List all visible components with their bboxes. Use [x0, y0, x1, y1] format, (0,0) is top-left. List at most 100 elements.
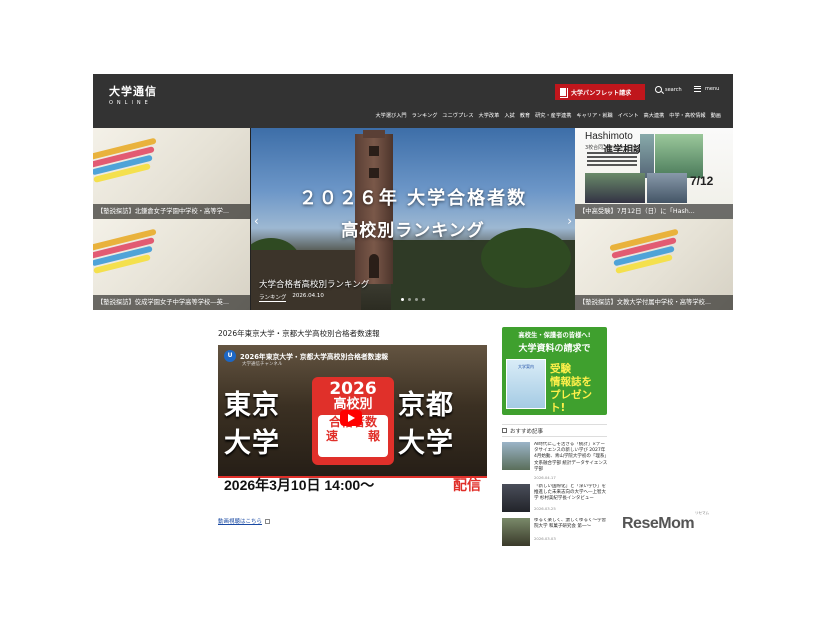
poster-photo [585, 173, 645, 203]
carousel-tile[interactable]: 【塾説探訪】文教大学付属中学校・高等学校... [575, 219, 733, 310]
slide-title-line2: 高校別ランキング [341, 221, 485, 241]
carousel-tile[interactable]: 【塾説探訪】北鎌倉女子学園中学校・高等学... [93, 128, 250, 219]
promo-book-image: 大学案内 [506, 359, 546, 409]
hero-carousel: 【塾説探訪】北鎌倉女子学園中学校・高等学... 【塾説探訪】佼成学園女子中学高等… [93, 128, 733, 310]
slide-tag[interactable]: ランキング [259, 293, 287, 302]
promo-highlight-line: 受験 [550, 363, 571, 375]
promo-banner[interactable]: 高校生・保護者の皆様へ! 大学資料の請求で 大学案内 受験 情報誌を プレゼント… [502, 327, 607, 415]
resemom-logo-ruby: リセマム [695, 511, 709, 515]
carousel-dot[interactable] [401, 298, 404, 301]
poster-text-lines [587, 152, 637, 168]
pencils-image [93, 227, 183, 277]
page: 大学通信 ONLINE 大学パンフレット請求 search menu 大学選び入… [0, 0, 826, 620]
pencils-image [93, 136, 183, 186]
video-date-bar: 2026年3月10日 14:00〜 配信 [218, 476, 487, 498]
nav-item[interactable]: 中学・高校情報 [669, 112, 705, 119]
pamphlet-request-button[interactable]: 大学パンフレット請求 [555, 84, 645, 100]
nav-item[interactable]: イベント [618, 112, 639, 119]
article-title: 「新しい国際化」と「深い学び」を推進した未来志向の大学へ―上智大学 杉村美紀学長… [534, 484, 606, 502]
promo-line1: 高校生・保護者の皆様へ! [518, 332, 591, 339]
promo-line2: 大学資料の請求で [518, 344, 591, 354]
logo-main-text: 大学通信 [109, 85, 157, 98]
slide-title-line1: ２０２６年 大学合格者数 [298, 188, 528, 209]
article-thumbnail [502, 442, 530, 470]
nav-item[interactable]: 大学選び入門 [375, 112, 406, 119]
hamburger-icon [694, 86, 701, 92]
resemom-logo: ReseMom [622, 515, 695, 532]
carousel-dots [401, 298, 425, 301]
recommended-header: おすすめ記事 [502, 424, 607, 437]
chevron-left-icon[interactable]: ‹ [254, 214, 259, 228]
promo-highlight: 受験 情報誌を プレゼント! [550, 363, 607, 415]
search-icon [655, 86, 662, 93]
poster-date: 7/12 [690, 174, 714, 188]
article-date: 2026.04.17 [534, 475, 556, 480]
article-thumbnail [502, 484, 530, 512]
carousel-tile[interactable]: Hashimoto 3校合同 進学相談会 7/12 【中高受験】7月12日（日）… [575, 128, 733, 219]
poster-photo [640, 134, 654, 178]
video-live: 配信 [453, 478, 481, 494]
recommended-title: おすすめ記事 [510, 428, 544, 435]
nav-item[interactable]: 大学改革 [479, 112, 500, 119]
article-date: 2026.03.25 [534, 506, 556, 511]
promo-highlight-line: プレゼント! [550, 389, 592, 414]
carousel-dot[interactable] [422, 298, 425, 301]
video-big-text: 大学 [398, 428, 454, 459]
video-big-text: 東京 [224, 390, 280, 421]
chevron-right-icon[interactable]: › [567, 214, 572, 228]
recommended-article[interactable]: AI時代にこそ活きる「統計」×データサイエンスの新しい学び 2027年4月始動、… [502, 442, 608, 480]
channel-logo[interactable]: U [224, 350, 236, 362]
tile-caption: 【中高受験】7月12日（日）に「Hash... [575, 204, 733, 219]
nav-item[interactable]: 高大連携 [644, 112, 665, 119]
article-title: AI時代にこそ活きる「統計」×データサイエンスの新しい学び 2027年4月始動、… [534, 442, 608, 472]
tile-caption: 【塾説探訪】北鎌倉女子学園中学校・高等学... [93, 204, 250, 219]
recommended-article[interactable]: ゆるく楽しく、激しくゆるく〜学習院大学 和菓子研究会 第一〜 2026.03.0… [502, 518, 607, 548]
nav-item[interactable]: 教育 [520, 112, 530, 119]
recommended-article[interactable]: 「新しい国際化」と「深い学び」を推進した未来志向の大学へ―上智大学 杉村美紀学長… [502, 484, 607, 514]
video-watch-link-label: 動画視聴はこちら [218, 519, 263, 525]
tile-caption: 【塾説探訪】文教大学付属中学校・高等学校... [575, 295, 733, 310]
nav-item[interactable]: 入試 [504, 112, 514, 119]
slide-date: 2026.04.10 [292, 293, 324, 299]
slide-caption: 大学合格者高校別ランキング [259, 280, 370, 290]
search-button[interactable]: search [655, 86, 682, 93]
section-title: 2026年東京大学・京都大学高校別合格者数速報 [218, 329, 380, 338]
video-embed[interactable]: U 2026年東京大学・京都大学高校別合格者数速報 大学通信チャンネル 東京 大… [218, 345, 487, 498]
play-icon[interactable] [340, 410, 362, 426]
external-link-icon [265, 518, 271, 524]
pencils-image [609, 227, 705, 277]
video-watch-link[interactable]: 動画視聴はこちら [218, 517, 271, 525]
video-channel: 大学通信チャンネル [242, 362, 283, 367]
nav-item[interactable]: キャリア・就職 [576, 112, 612, 119]
list-icon [502, 428, 507, 433]
menu-label: menu [705, 86, 720, 92]
video-title[interactable]: 2026年東京大学・京都大学高校別合格者数速報 [240, 351, 388, 361]
pamphlet-icon [559, 87, 567, 97]
poster-sub: 3校合同 [585, 145, 604, 151]
article-date: 2026.03.03 [534, 536, 556, 541]
global-nav: 大学選び入門 ランキング ユニヴプレス 大学改革 入試 教育 研究・産学連携 キ… [375, 112, 721, 119]
nav-item[interactable]: 研究・産学連携 [535, 112, 571, 119]
poster-photo [647, 173, 687, 203]
video-big-text: 大学 [224, 428, 280, 459]
site-logo[interactable]: 大学通信 ONLINE [109, 85, 157, 107]
menu-button[interactable]: menu [694, 86, 719, 92]
video-box-year: 2026 [329, 379, 377, 399]
pamphlet-label: 大学パンフレット請求 [571, 89, 632, 97]
nav-item[interactable]: 動画 [711, 112, 721, 119]
video-big-text: 京都 [398, 390, 454, 421]
article-thumbnail [502, 518, 530, 546]
tile-caption: 【塾説探訪】佼成学園女子中学高等学校―英... [93, 295, 250, 310]
carousel-dot[interactable] [415, 298, 418, 301]
promo-book-label: 大学案内 [518, 364, 534, 369]
poster-photo [655, 134, 703, 178]
carousel-tile[interactable]: 【塾説探訪】佼成学園女子中学高等学校―英... [93, 219, 250, 310]
carousel-dot[interactable] [408, 298, 411, 301]
video-date: 2026年3月10日 14:00〜 [224, 477, 375, 493]
nav-item[interactable]: ランキング [412, 112, 438, 119]
nav-item[interactable]: ユニヴプレス [442, 112, 473, 119]
article-title: ゆるく楽しく、激しくゆるく〜学習院大学 和菓子研究会 第一〜 [534, 518, 606, 530]
search-label: search [665, 86, 682, 93]
main-slide[interactable]: ２０２６年 大学合格者数 高校別ランキング 大学合格者高校別ランキング ランキン… [251, 128, 575, 310]
promo-highlight-line: 情報誌を [550, 376, 592, 388]
